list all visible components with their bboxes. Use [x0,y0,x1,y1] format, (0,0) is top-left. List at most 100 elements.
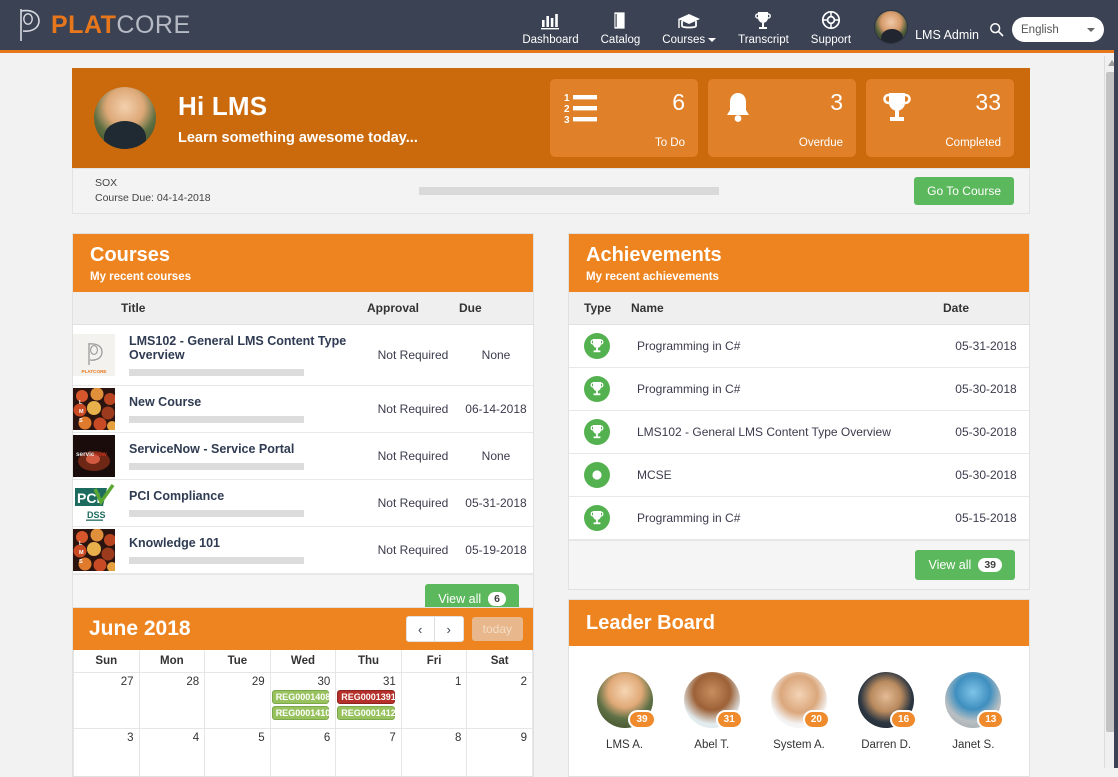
calendar-day-cell[interactable]: 6 [270,729,336,777]
nav-item-transcript[interactable]: Transcript [727,9,800,46]
courses-table: Title Approval Due PLATCORE LMS102 - Gene… [73,292,533,574]
calendar-header: June 2018 ‹ › today [73,608,533,650]
leader-avatar[interactable]: 13 [945,672,1001,728]
calendar-next-button[interactable]: › [435,617,463,641]
table-row[interactable]: Programming in C#05-31-2018 [569,325,1029,368]
achievement-name-cell: LMS102 - General LMS Content Type Overvi… [631,411,943,454]
calendar-day-cell[interactable]: 28 [139,673,205,729]
table-row[interactable]: LMSNew CourseNot Required06-14-2018 [73,386,533,433]
achievement-date-cell: 05-31-2018 [943,325,1029,368]
stat-label-completed: Completed [945,137,1001,149]
search-icon[interactable] [989,22,1004,42]
calendar-day-cell[interactable]: 30REG0001408REG0001410 [270,673,336,729]
window-right-edge [1114,0,1118,768]
achievements-view-all-count: 39 [978,558,1002,572]
calendar-day-cell[interactable]: 31REG0001391REG0001412 [336,673,402,729]
book-icon [610,9,630,31]
course-title[interactable]: New Course [129,395,357,409]
table-row[interactable]: servicnowServiceNow - Service PortalNot … [73,433,533,480]
nav-courses-text: Courses [662,34,705,46]
calendar-event[interactable]: REG0001408 [272,690,330,704]
calendar-day-number: 3 [74,732,134,744]
nav-label-support: Support [811,34,851,46]
avatar[interactable] [874,10,908,44]
nav-item-dashboard[interactable]: Dashboard [511,9,589,46]
stat-value-overdue: 3 [830,89,843,116]
calendar-day-cell[interactable]: 5 [205,729,271,777]
calendar-day-cell[interactable]: 3 [74,729,140,777]
courses-col-approval: Approval [367,292,459,325]
achievements-view-all-label: View all [928,558,971,572]
top-navigation-bar: PLATCORE Dashboard Catalog Courses Trans… [0,0,1118,53]
calendar-weekday: Mon [139,650,205,673]
achievements-view-all-button[interactable]: View all 39 [915,550,1015,580]
calendar-day-number: 7 [336,732,396,744]
course-progress-bar [129,463,304,470]
achievement-type-cell [569,411,631,454]
leader-board-person[interactable]: 39LMS A. [597,672,653,751]
nav-item-support[interactable]: Support [800,9,862,46]
leader-avatar[interactable]: 39 [597,672,653,728]
calendar-day-cell[interactable]: 27 [74,673,140,729]
table-row[interactable]: Programming in C#05-15-2018 [569,497,1029,540]
trophy-icon [880,90,914,129]
table-row[interactable]: LMSKnowledge 101Not Required05-19-2018 [73,527,533,574]
stat-card-todo[interactable]: 123 6 To Do [550,79,698,157]
language-select[interactable]: English [1012,17,1104,42]
go-to-course-button[interactable]: Go To Course [914,177,1014,205]
calendar-prev-button[interactable]: ‹ [407,617,435,641]
calendar-day-cell[interactable]: 8 [401,729,467,777]
calendar-event[interactable]: REG0001391 [337,690,395,704]
nav-item-catalog[interactable]: Catalog [590,9,652,46]
leader-board-person[interactable]: 20System A. [771,672,827,751]
course-title[interactable]: PCI Compliance [129,489,357,503]
achievements-col-name: Name [631,292,943,325]
stat-label-todo: To Do [655,137,685,149]
calendar-today-button[interactable]: today [472,617,523,641]
leader-board-person[interactable]: 16Darren D. [858,672,914,751]
calendar-day-cell[interactable]: 7 [336,729,402,777]
course-title[interactable]: Knowledge 101 [129,536,357,550]
achievements-table-head: Type Name Date [569,292,1029,325]
brand-logo[interactable]: PLATCORE [14,6,191,44]
nav-item-courses[interactable]: Courses [651,9,727,46]
calendar-event[interactable]: REG0001412 [337,706,395,720]
achievements-table-body: Programming in C#05-31-2018Programming i… [569,325,1029,540]
calendar-day-cell[interactable]: 2 [467,673,533,729]
table-row[interactable]: Programming in C#05-30-2018 [569,368,1029,411]
calendar-day-cell[interactable]: 4 [139,729,205,777]
svg-text:1: 1 [564,93,570,104]
courses-col-title: Title [121,292,367,325]
candy-lms-thumb: LMS [73,388,121,430]
course-thumbnail-cell: PLATCORE [73,325,121,386]
table-row[interactable]: MCSE05-30-2018 [569,454,1029,497]
course-thumbnail-cell: servicnow [73,433,121,480]
calendar-day-cell[interactable]: 1 [401,673,467,729]
courses-col-due: Due [459,292,533,325]
course-title[interactable]: ServiceNow - Service Portal [129,442,357,456]
leader-avatar[interactable]: 31 [684,672,740,728]
calendar-day-number: 29 [205,676,265,688]
course-title[interactable]: LMS102 - General LMS Content Type Overvi… [129,334,357,362]
calendar-day-cell[interactable]: 29 [205,673,271,729]
calendar-day-number: 8 [402,732,462,744]
stat-card-completed[interactable]: 33 Completed [866,79,1014,157]
calendar-event[interactable]: REG0001410 [272,706,330,720]
leader-avatar[interactable]: 20 [771,672,827,728]
table-row[interactable]: PLATCORE LMS102 - General LMS Content Typ… [73,325,533,386]
table-row[interactable]: LMS102 - General LMS Content Type Overvi… [569,411,1029,454]
leader-board-person[interactable]: 13Janet S. [945,672,1001,751]
calendar-day-cell[interactable]: 9 [467,729,533,777]
leader-avatar[interactable]: 16 [858,672,914,728]
bar-chart-icon [539,9,561,31]
ordered-list-icon: 123 [564,90,598,129]
banner-avatar [94,87,156,149]
leader-board-header: Leader Board [569,600,1029,646]
course-title-cell: LMS102 - General LMS Content Type Overvi… [121,325,367,386]
leader-board-person[interactable]: 31Abel T. [684,672,740,751]
stat-card-overdue[interactable]: 3 Overdue [708,79,856,157]
course-thumbnail-cell: PCIDSS [73,480,121,527]
leader-board-list: 39LMS A.31Abel T.20System A.16Darren D.1… [569,646,1029,761]
due-course-info: SOX Course Due: 04-14-2018 [95,176,211,206]
table-row[interactable]: PCIDSSPCI ComplianceNot Required05-31-20… [73,480,533,527]
